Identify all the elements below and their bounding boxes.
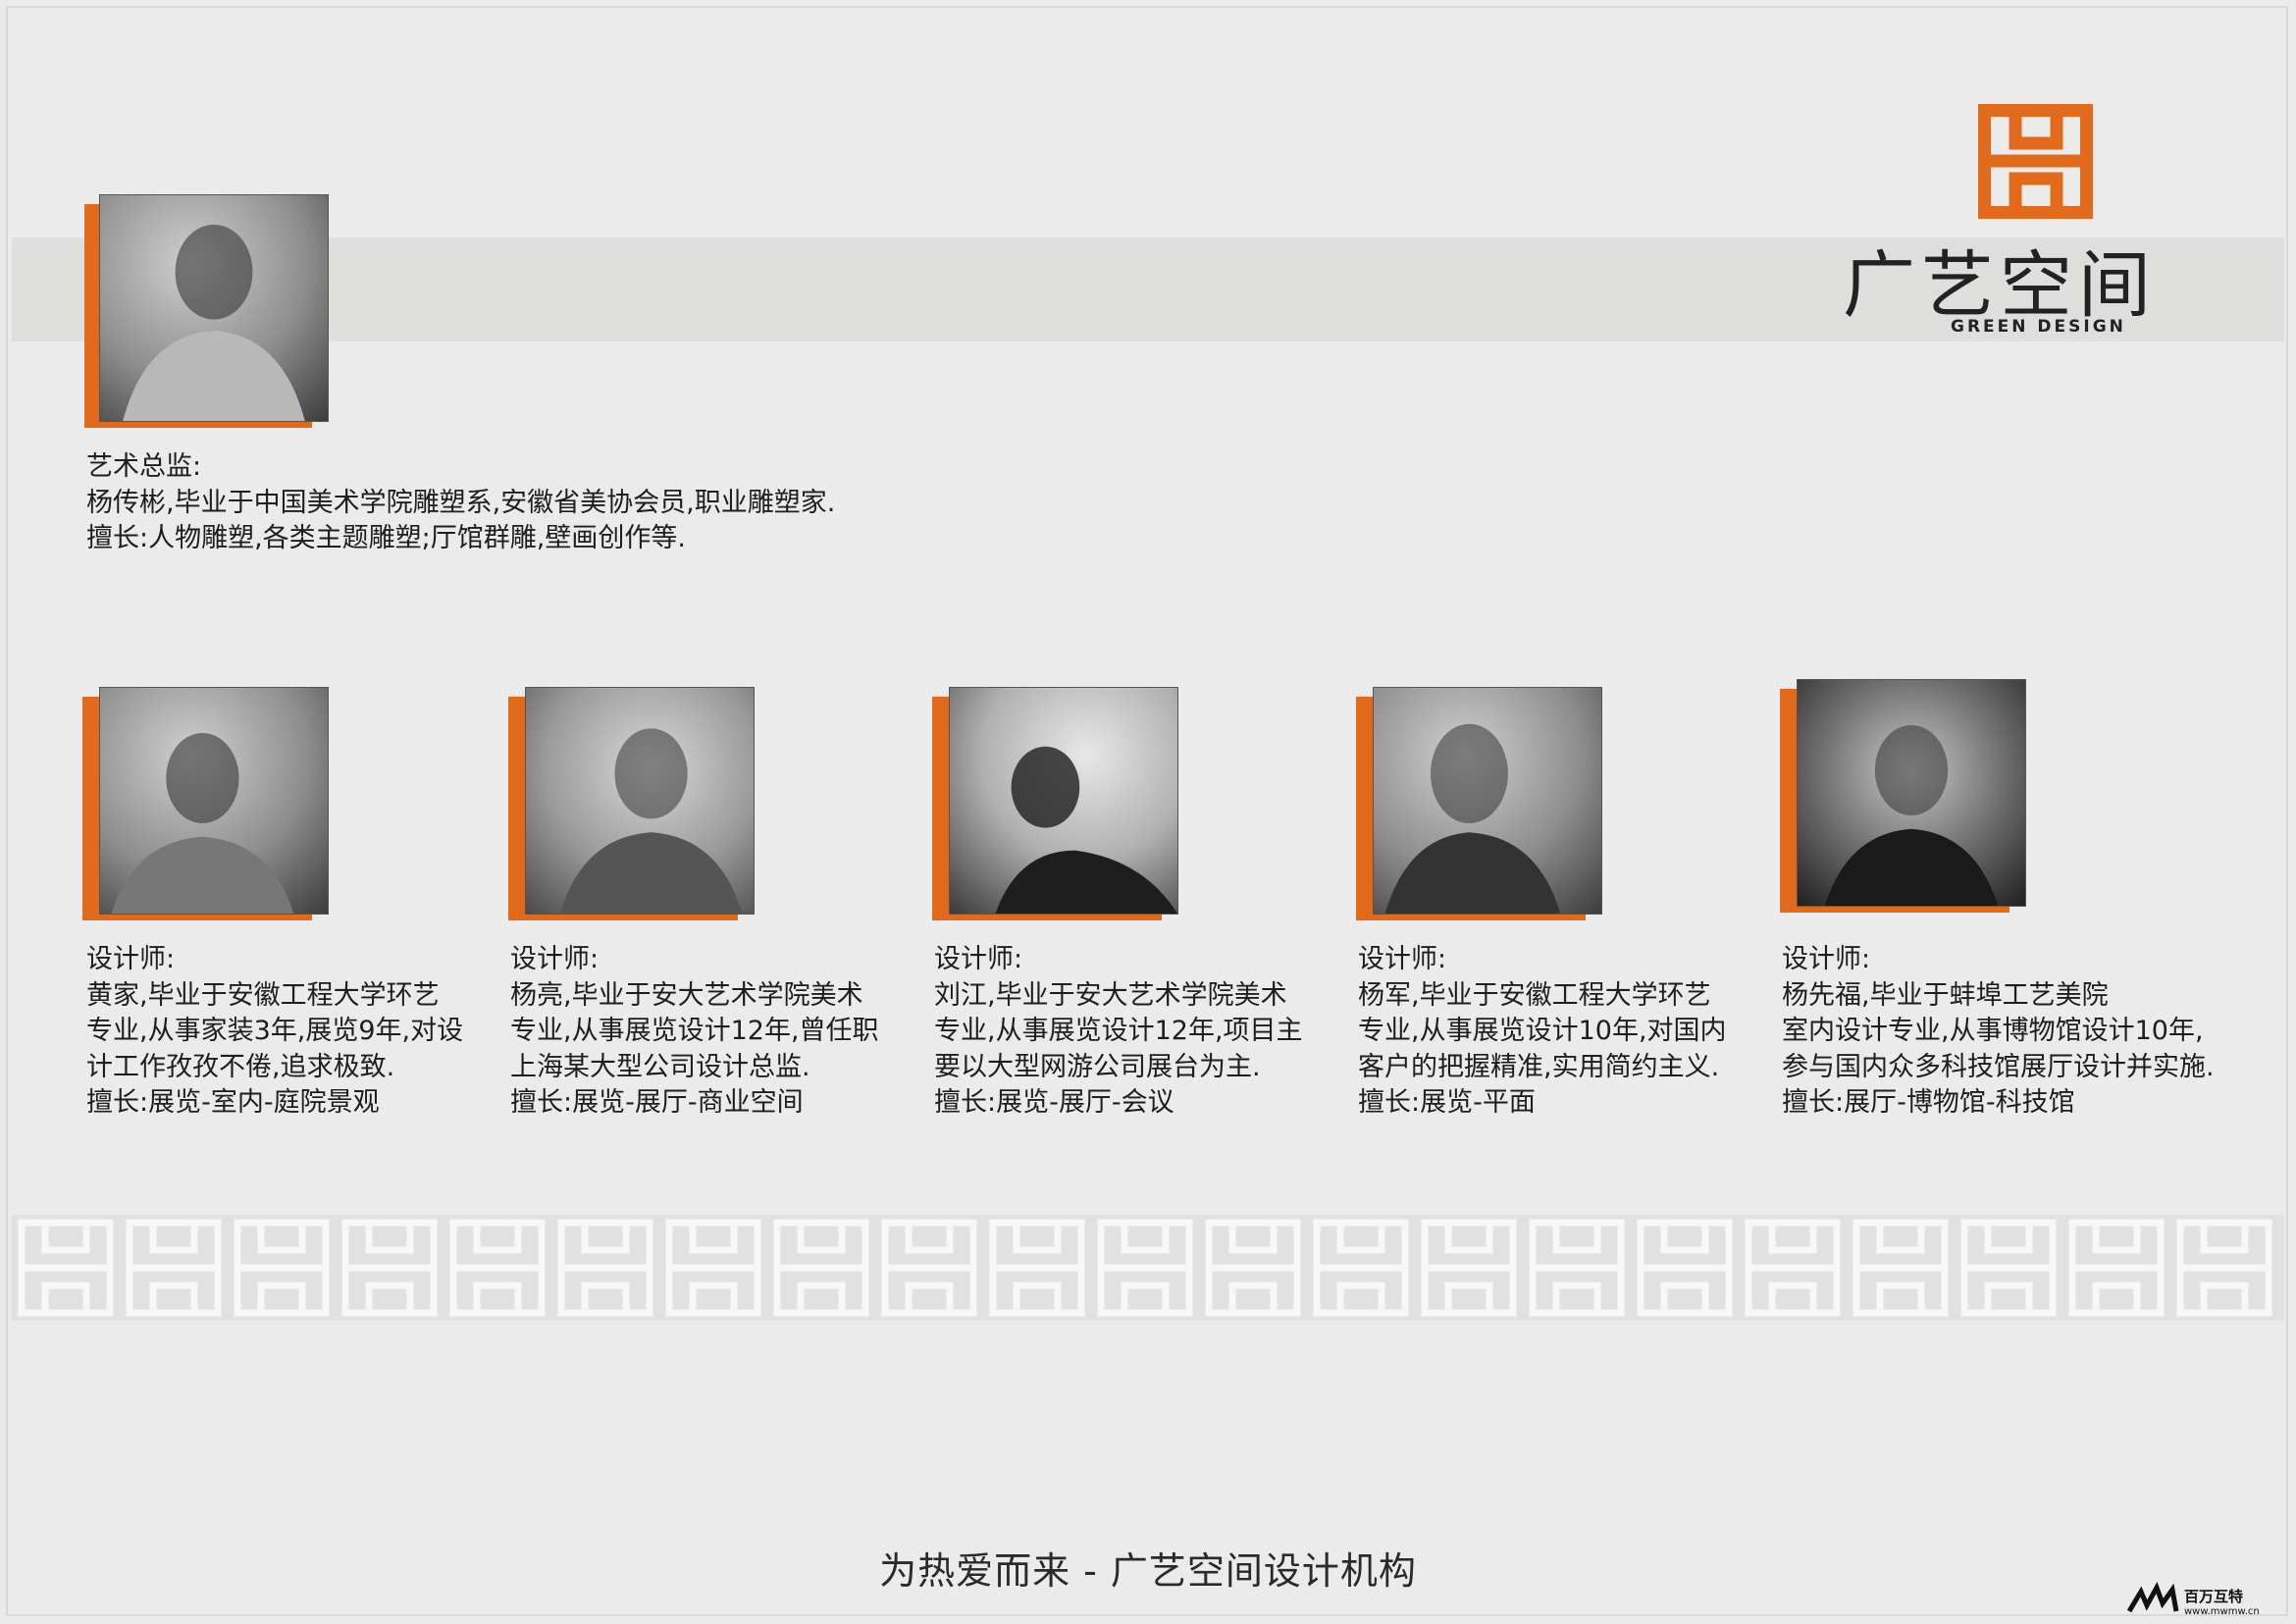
decorative-pattern [12,1215,2284,1321]
designer-role: 设计师: [86,944,176,974]
person-silhouette-icon [1384,723,1561,914]
designer-desc-line: 杨军,毕业于安徽工程大学环艺 [1358,979,1711,1011]
person-silhouette-icon [559,728,743,914]
designer-desc-line: 专业,从事展览设计12年,项目主 [934,1016,1303,1046]
person-silhouette-icon [123,224,305,421]
designer-bio: 设计师: 杨军,毕业于安徽工程大学环艺 专业,从事展览设计10年,对国内 客户的… [1358,942,1727,1122]
designer-portrait [932,687,1178,922]
designer-bio: 设计师: 刘江,毕业于安大艺术学院美术 专业,从事展览设计12年,项目主 要以大… [934,942,1303,1122]
person-silhouette-icon [111,733,294,914]
designer-desc-line: 黄家,毕业于安徽工程大学环艺 [86,979,440,1011]
director-skill: 擅长:人物雕塑,各类主题雕塑;厅馆群雕,壁画创作等. [86,523,686,553]
designer-desc-line: 计工作孜孜不倦,追求极致. [86,1051,395,1082]
designer-role: 设计师: [934,944,1023,974]
designer-desc-line: 参与国内众多科技馆展厅设计并实施. [1782,1051,2215,1082]
designer-portrait [1356,687,1602,922]
designer-role: 设计师: [1782,944,1871,974]
director-portrait [84,194,329,430]
director-bio: 艺术总监: 杨传彬,毕业于中国美术学院雕塑系,安徽省美协会员,职业雕塑家. 擅长… [86,449,835,557]
designer-role: 设计师: [510,944,600,974]
designer-bio: 设计师: 黄家,毕业于安徽工程大学环艺 专业,从事家装3年,展览9年,对设 计工… [86,942,463,1122]
designer-bio: 设计师: 杨先福,毕业于蚌埠工艺美院 室内设计专业,从事博物馆设计10年, 参与… [1782,942,2215,1122]
designer-desc-line: 上海某大型公司设计总监. [510,1051,810,1082]
designer-skill: 擅长:展览-室内-庭院景观 [86,1087,380,1118]
designer-desc-line: 杨亮,毕业于安大艺术学院美术 [510,979,863,1011]
designer-desc-line: 专业,从事展览设计12年,曾任职 [510,1016,879,1046]
watermark-url: www.mwmw.cn [2184,1606,2260,1617]
watermark-label: 百万互特 [2184,1588,2243,1605]
designer-desc-line: 杨先福,毕业于蚌埠工艺美院 [1782,979,2109,1011]
person-silhouette-icon [1824,725,1999,906]
designer-skill: 擅长:展厅-博物馆-科技馆 [1782,1087,2075,1118]
person-silhouette-icon [995,746,1177,914]
brand-logo: 广艺空间 GREEN DESIGN [1835,102,2218,347]
designer-desc-line: 客户的把握精准,实用简约主义. [1358,1051,1720,1082]
watermark-logo-icon: 百万互特 www.mwmw.cn [2126,1582,2260,1617]
director-desc: 杨传彬,毕业于中国美术学院雕塑系,安徽省美协会员,职业雕塑家. [86,487,836,518]
designer-portrait [82,687,329,922]
designer-desc-line: 要以大型网游公司展台为主. [934,1051,1261,1082]
designer-skill: 擅长:展览-展厅-商业空间 [510,1087,804,1118]
pattern-icon [12,1215,2284,1321]
designer-skill: 擅长:展览-展厅-会议 [934,1087,1174,1118]
brand-name: 广艺空间 [1843,243,2157,328]
brand-sub: GREEN DESIGN [1951,317,2126,337]
designer-skill: 擅长:展览-平面 [1358,1087,1536,1118]
designer-desc-line: 室内设计专业,从事博物馆设计10年, [1782,1016,2204,1046]
watermark: 百万互特 www.mwmw.cn [2126,1582,2284,1617]
slogan: 为热爱而来 - 广艺空间设计机构 [879,1549,1417,1593]
designer-desc-line: 刘江,毕业于安大艺术学院美术 [934,979,1287,1011]
designer-role: 设计师: [1358,944,1447,974]
brand-logo-icon: 广艺空间 GREEN DESIGN [1843,104,2157,337]
designer-desc-line: 专业,从事展览设计10年,对国内 [1358,1016,1727,1046]
designer-desc-line: 专业,从事家装3年,展览9年,对设 [86,1016,464,1046]
designer-portrait [508,687,755,922]
director-role: 艺术总监: [86,451,202,482]
designer-portrait [1780,679,2026,915]
designer-bio: 设计师: 杨亮,毕业于安大艺术学院美术 专业,从事展览设计12年,曾任职 上海某… [510,942,879,1122]
